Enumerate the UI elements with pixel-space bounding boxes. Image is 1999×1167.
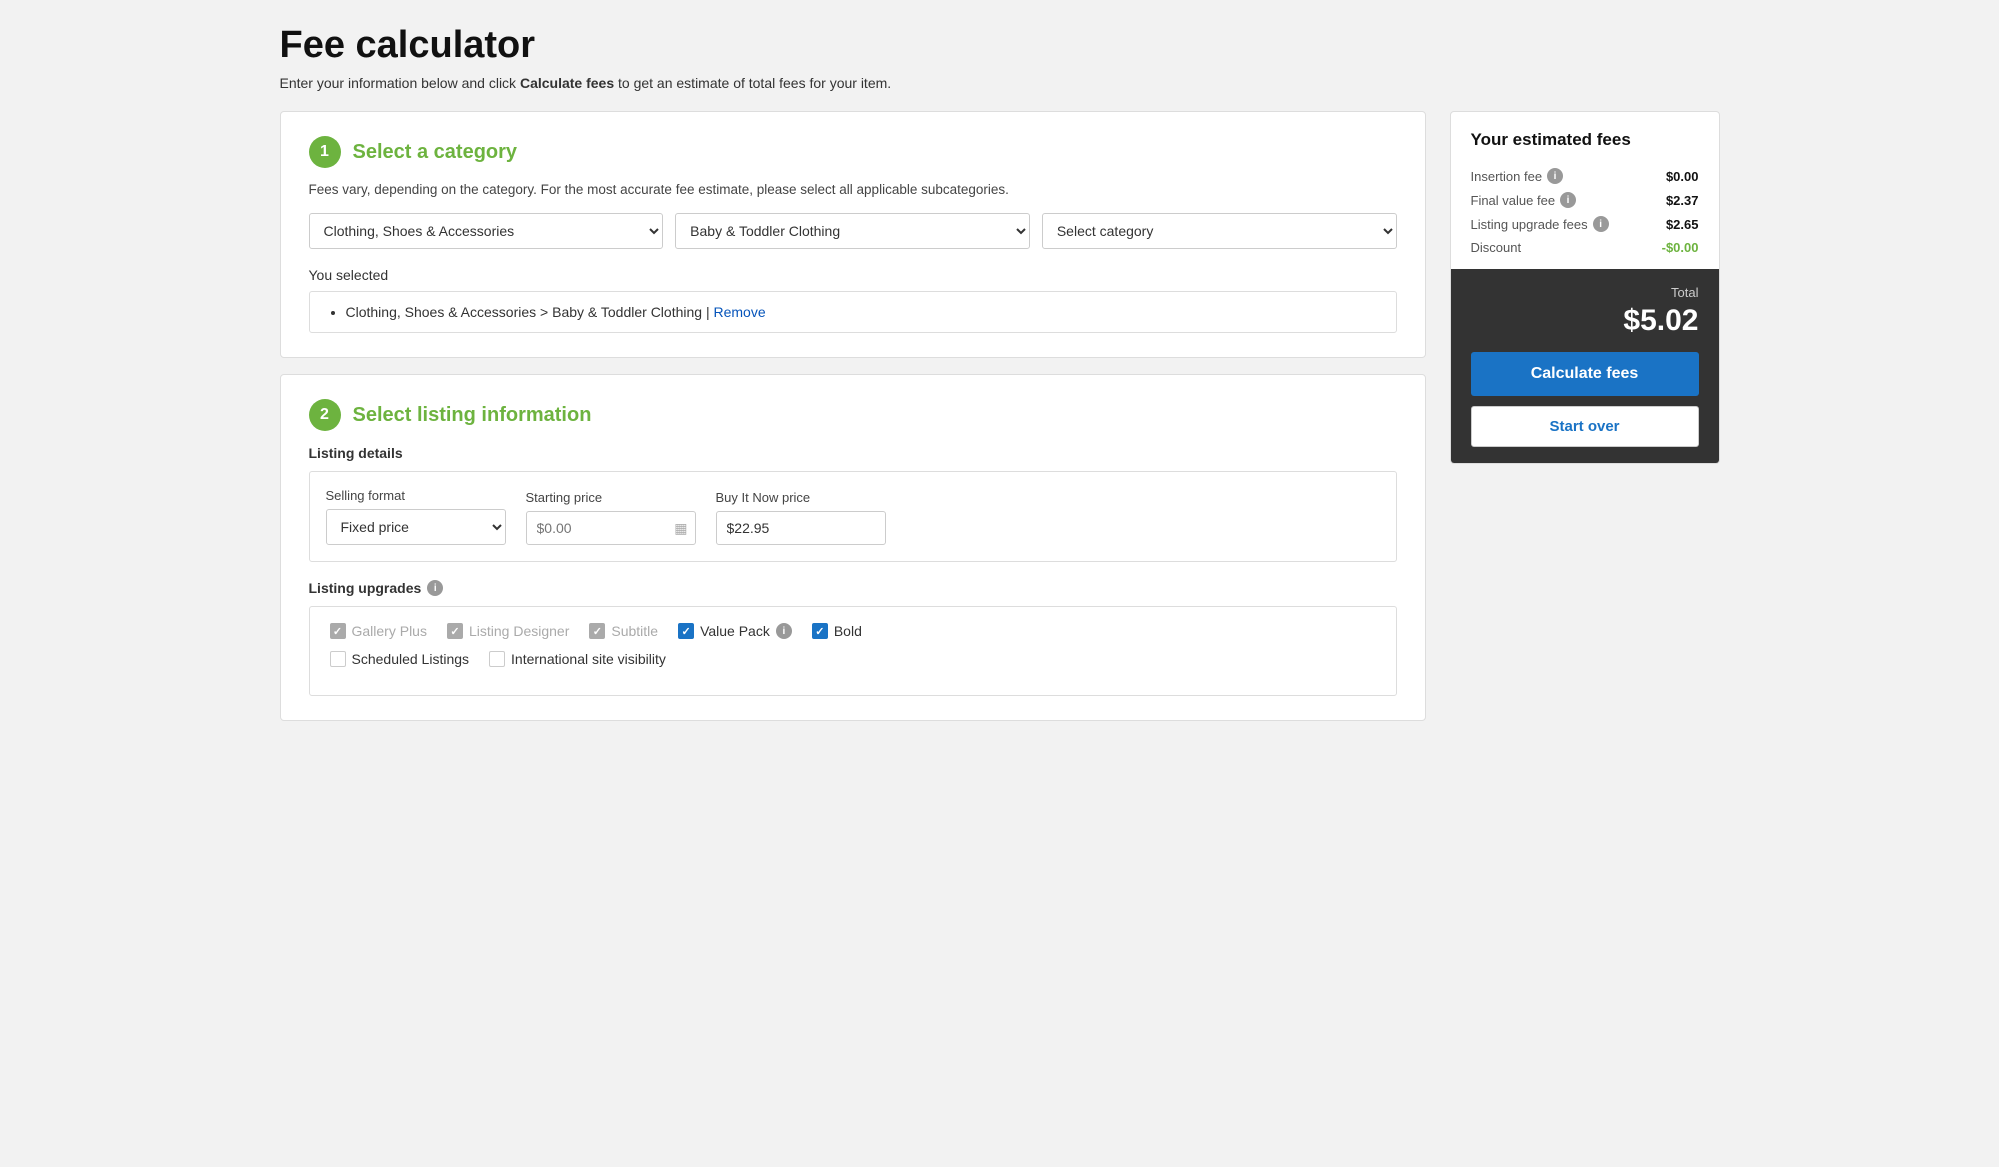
listing-details-label: Listing details [309,445,1397,461]
buy-now-price-input[interactable] [716,511,886,545]
listing-upgrades-label: Listing upgrades i [309,580,1397,596]
insertion-fee-label: Insertion fee i [1471,168,1564,184]
upgrades-row-1: ✓ Gallery Plus ✓ Listing Designer [330,623,1376,639]
subtitle-label: Subtitle [611,623,658,639]
value-pack-checkbox[interactable]: ✓ [678,623,694,639]
selected-category-item: Clothing, Shoes & Accessories > Baby & T… [346,304,1380,320]
calendar-icon: ▦ [674,520,687,537]
upgrades-box: ✓ Gallery Plus ✓ Listing Designer [309,606,1397,696]
listing-details-box: Selling format Fixed price Auction Start… [309,471,1397,562]
upgrade-value-pack: ✓ Value Pack i [678,623,792,639]
bold-checkbox[interactable]: ✓ [812,623,828,639]
insertion-fee-info-icon[interactable]: i [1547,168,1563,184]
buy-now-price-wrapper [716,511,886,545]
category-dropdowns-row: Clothing, Shoes & Accessories Electronic… [309,213,1397,249]
international-visibility-checkbox[interactable] [489,651,505,667]
gallery-plus-checkbox[interactable]: ✓ [330,623,346,639]
category-dropdown-3-wrapper: Select category Tops & T-Shirts Pants [1042,213,1397,249]
listing-fields-row: Selling format Fixed price Auction Start… [326,488,1380,545]
upgrade-gallery-plus: ✓ Gallery Plus [330,623,427,639]
total-label: Total [1471,285,1699,300]
gallery-plus-label: Gallery Plus [352,623,427,639]
final-value-info-icon[interactable]: i [1560,192,1576,208]
category-dropdown-3[interactable]: Select category Tops & T-Shirts Pants [1042,213,1397,249]
section-2-title: Select listing information [353,404,592,427]
buy-now-price-label: Buy It Now price [716,490,886,505]
selling-format-group: Selling format Fixed price Auction [326,488,506,545]
check-mark-icon: ✓ [681,625,690,638]
value-pack-label: Value Pack [700,623,770,639]
final-value-fee-label: Final value fee i [1471,192,1577,208]
final-value-fee-value: $2.37 [1666,193,1699,208]
category-dropdown-1-wrapper: Clothing, Shoes & Accessories Electronic… [309,213,664,249]
international-visibility-label: International site visibility [511,651,666,667]
check-mark-icon: ✓ [450,625,459,638]
bold-label: Bold [834,623,862,639]
discount-value: -$0.00 [1662,240,1699,255]
section-2-card: 2 Select listing information Listing det… [280,374,1426,721]
buy-now-price-group: Buy It Now price [716,490,886,545]
selling-format-label: Selling format [326,488,506,503]
listing-designer-checkbox[interactable]: ✓ [447,623,463,639]
subtitle-checkbox[interactable]: ✓ [589,623,605,639]
category-dropdown-1[interactable]: Clothing, Shoes & Accessories Electronic… [309,213,664,249]
fee-row-discount: Discount -$0.00 [1471,236,1699,259]
fees-title: Your estimated fees [1471,130,1699,150]
upgrade-listing-designer: ✓ Listing Designer [447,623,569,639]
upgrades-info-icon[interactable]: i [427,580,443,596]
upgrade-fee-value: $2.65 [1666,217,1699,232]
upgrade-fee-info-icon[interactable]: i [1593,216,1609,232]
page-title: Fee calculator [280,24,1720,67]
you-selected-label: You selected [309,267,1397,283]
scheduled-listings-checkbox[interactable] [330,651,346,667]
listing-designer-label: Listing Designer [469,623,569,639]
section-2-header: 2 Select listing information [309,399,1397,431]
section-1-card: 1 Select a category Fees vary, depending… [280,111,1426,358]
category-dropdown-2[interactable]: Baby & Toddler Clothing Men's Clothing W… [675,213,1030,249]
starting-price-input[interactable] [526,511,696,545]
upgrade-scheduled-listings: Scheduled Listings [330,651,470,667]
step-2-badge: 2 [309,399,341,431]
value-pack-info-icon[interactable]: i [776,623,792,639]
calculate-fees-button[interactable]: Calculate fees [1471,352,1699,396]
fee-row-final-value: Final value fee i $2.37 [1471,188,1699,212]
remove-category-link[interactable]: Remove [713,304,765,320]
selling-format-select[interactable]: Fixed price Auction [326,509,506,545]
selling-format-select-wrapper: Fixed price Auction [326,509,506,545]
fee-row-insertion: Insertion fee i $0.00 [1471,164,1699,188]
insertion-fee-value: $0.00 [1666,169,1699,184]
right-column: Your estimated fees Insertion fee i $0.0… [1450,111,1720,464]
upgrade-subtitle: ✓ Subtitle [589,623,658,639]
step-1-badge: 1 [309,136,341,168]
section-1-description: Fees vary, depending on the category. Fo… [309,182,1397,197]
check-mark-icon: ✓ [815,625,824,638]
starting-price-label: Starting price [526,490,696,505]
fees-card: Your estimated fees Insertion fee i $0.0… [1450,111,1720,464]
upgrade-fee-label: Listing upgrade fees i [1471,216,1609,232]
page-subtitle: Enter your information below and click C… [280,75,1720,91]
check-mark-icon: ✓ [333,625,342,638]
section-1-title: Select a category [353,141,518,164]
fee-row-upgrade: Listing upgrade fees i $2.65 [1471,212,1699,236]
upgrade-international-visibility: International site visibility [489,651,666,667]
check-mark-icon: ✓ [593,625,602,638]
fees-footer: Total $5.02 Calculate fees Start over [1451,269,1719,463]
starting-price-group: Starting price ▦ [526,490,696,545]
upgrades-row-2: Scheduled Listings International site vi… [330,651,1376,667]
selected-category-list: Clothing, Shoes & Accessories > Baby & T… [326,304,1380,320]
start-over-button[interactable]: Start over [1471,406,1699,447]
selected-category-box: Clothing, Shoes & Accessories > Baby & T… [309,291,1397,333]
category-dropdown-2-wrapper: Baby & Toddler Clothing Men's Clothing W… [675,213,1030,249]
upgrade-bold: ✓ Bold [812,623,862,639]
total-amount: $5.02 [1471,304,1699,338]
scheduled-listings-label: Scheduled Listings [352,651,470,667]
starting-price-wrapper: ▦ [526,511,696,545]
fees-body: Insertion fee i $0.00 Final value fee i [1471,164,1699,259]
fees-header: Your estimated fees Insertion fee i $0.0… [1451,112,1719,269]
discount-label: Discount [1471,240,1522,255]
section-1-header: 1 Select a category [309,136,1397,168]
